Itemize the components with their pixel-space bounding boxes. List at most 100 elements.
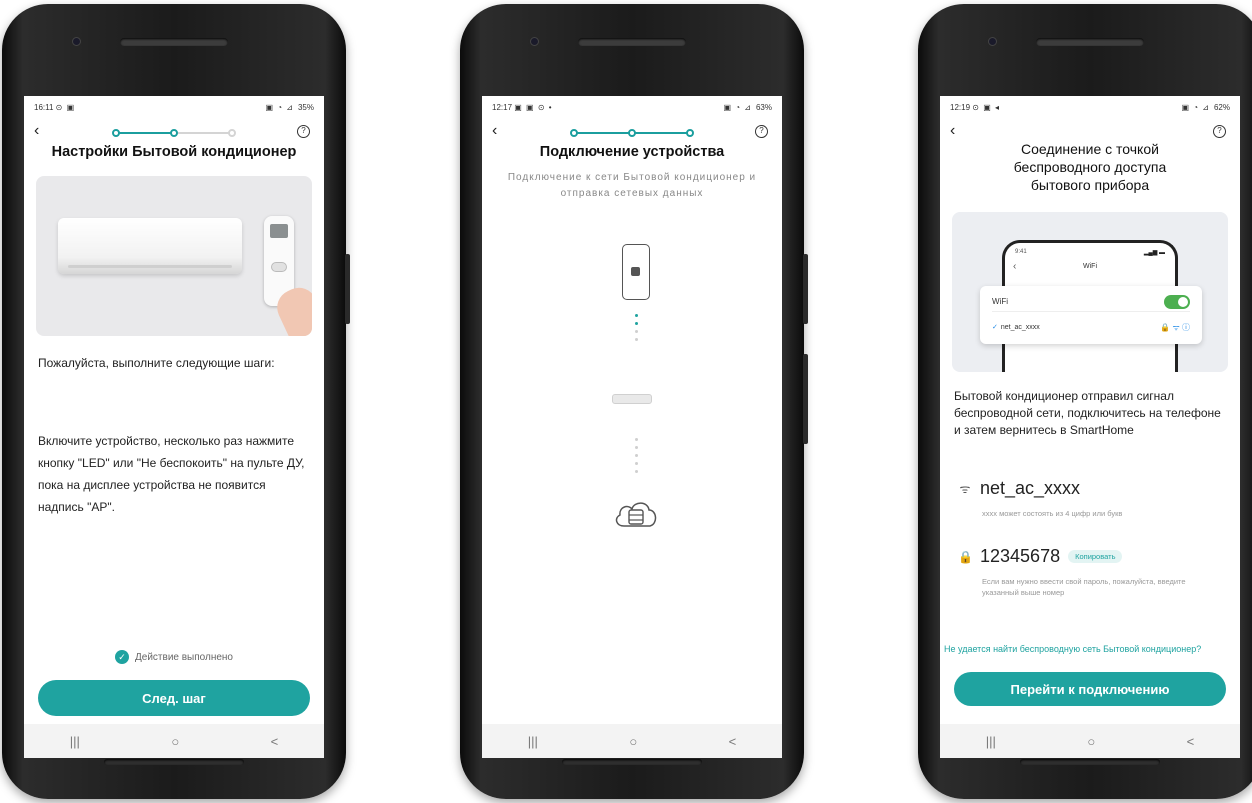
next-step-button[interactable]: След. шаг [38,680,310,716]
progress-step-2 [628,129,636,137]
network-name: net_ac_xxxx [1000,324,1040,331]
top-navigation: ‹ ? [482,120,782,144]
mockup-header: WiFi [1083,263,1097,270]
back-nav-button[interactable]: < [271,734,279,749]
wifi-label: WiFi [992,297,1008,306]
air-conditioner-icon [612,394,652,404]
progress-step-1 [112,129,120,137]
action-done-checkbox[interactable]: ✓ Действие выполнено [24,650,324,664]
front-camera [530,37,539,46]
screen-settings: 16:11 ⊙ ▣ ▣ ◔ ⊿ 35% ‹ ? Настройки Бытовой… [24,96,324,758]
phone-icon [622,244,650,300]
check-icon: ✓ [992,324,998,331]
password-row: 🔒 12345678 Копировать [958,546,1123,567]
remote-led-button [271,262,287,272]
earpiece-speaker [578,38,686,46]
screen-wifi-connection: 12:19 ⊙ ▣ ◂ ▣ ◔ ⊿ 62% ‹ ? Соединение с то… [940,96,1240,758]
instructions-body: Включите устройство, несколько раз нажми… [38,434,305,514]
front-camera [72,37,81,46]
wifi-toggle-row: WiFi [992,292,1190,312]
page-title: Подключение устройства [539,144,725,160]
back-chevron-icon[interactable]: ‹ [492,122,497,140]
network-row: ✓ net_ac_xxxx 🔒 ᯤ ⓘ [992,318,1190,336]
cannot-find-network-link[interactable]: Не удается найти беспроводную сеть Бытов… [944,644,1236,654]
android-nav-bar: ||| ○ < [24,724,324,758]
status-bar: 12:17 ▣ ▣ ⊙ • ▣ ◔ ⊿ 63% [492,100,772,114]
progress-step-1 [570,129,578,137]
step-progress [112,129,236,137]
lock-icon: 🔒 [958,549,973,564]
status-signal-icons: ▣ ◔ ⊿ [723,102,752,112]
status-bar: 12:19 ⊙ ▣ ◂ ▣ ◔ ⊿ 62% [950,100,1230,114]
wifi-settings-illustration: 9:41 ▂▄▆ ▬ ‹ WiFi WiFi ✓ net_ac_xxxx 🔒 ᯤ … [952,212,1228,372]
instructions-intro: Пожалуйста, выполните следующие шаги: [38,356,275,370]
back-chevron-icon[interactable]: ‹ [950,122,955,140]
home-button[interactable]: ○ [171,734,179,749]
android-nav-bar: ||| ○ < [482,724,782,758]
back-nav-button[interactable]: < [729,734,737,749]
home-button[interactable]: ○ [629,734,637,749]
step-progress [570,129,694,137]
top-navigation: ‹ ? [24,120,324,144]
progress-step-3 [686,129,694,137]
status-notification-icons: ▣ ▣ ⊙ • [514,102,553,112]
ac-remote-illustration [36,176,312,336]
battery-level: 62% [1213,102,1230,112]
action-done-label: Действие выполнено [135,651,233,663]
side-button [345,254,350,324]
wifi-icon: ᯤ [959,482,971,496]
help-icon[interactable]: ? [297,125,310,138]
back-nav-button[interactable]: < [1187,734,1195,749]
recent-apps-button[interactable]: ||| [986,734,996,749]
progress-line-pending [174,132,232,134]
progress-step-2 [170,129,178,137]
progress-step-3 [228,129,236,137]
status-time: 12:17 [492,102,513,112]
connection-description: Бытовой кондиционер отправил сигнал бесп… [954,389,1221,437]
status-time: 12:19 [950,102,971,112]
phone-frame-1: 16:11 ⊙ ▣ ▣ ◔ ⊿ 35% ‹ ? Настройки Бытовой… [2,4,350,799]
wifi-settings-card: WiFi ✓ net_ac_xxxx 🔒 ᯤ ⓘ [980,286,1202,344]
mockup-time: 9:41 [1015,249,1027,255]
phone-frame-2: 12:17 ▣ ▣ ⊙ • ▣ ◔ ⊿ 63% ‹ ? Подключение у… [460,4,808,799]
wifi-toggle [1164,294,1190,309]
status-signal-icons: ▣ ◔ ⊿ [265,102,294,112]
air-conditioner-image [58,218,242,274]
front-camera [988,37,997,46]
go-to-connection-button[interactable]: Перейти к подключению [954,672,1226,706]
progress-line-done [116,132,174,134]
status-notification-icons: ⊙ ▣ ◂ [972,102,1000,112]
help-icon[interactable]: ? [755,125,768,138]
ssid-row: ᯤ net_ac_xxxx [958,478,1081,499]
earpiece-speaker [1036,38,1144,46]
check-circle-icon: ✓ [115,650,129,664]
earpiece-speaker [120,38,228,46]
battery-level: 35% [297,102,314,112]
status-bar: 16:11 ⊙ ▣ ▣ ◔ ⊿ 35% [34,100,314,114]
status-time: 16:11 [34,102,54,112]
phone-bottom-bar [562,759,702,765]
recent-apps-button[interactable]: ||| [528,734,538,749]
status-signal-icons: ▣ ◔ ⊿ [1181,102,1210,112]
side-button [803,254,808,324]
help-icon[interactable]: ? [1213,125,1226,138]
home-button[interactable]: ○ [1087,734,1095,749]
mockup-signal-icon: ▂▄▆ ▬ [1143,250,1165,256]
volume-button [803,354,808,444]
page-title: Соединение с точкой беспроводного доступ… [1013,141,1167,193]
ssid-hint: xxxx может состоять из 4 цифр или букв [982,509,1123,518]
phone-bottom-bar [104,759,244,765]
transfer-dots-pending [634,438,638,473]
phone-frame-3: 12:19 ⊙ ▣ ◂ ▣ ◔ ⊿ 62% ‹ ? Соединение с то… [918,4,1252,799]
page-title: Настройки Бытовой кондиционер [51,144,297,160]
phone-bottom-bar [1020,759,1160,765]
back-chevron-icon[interactable]: ‹ [34,122,39,140]
remote-display [270,224,288,238]
android-nav-bar: ||| ○ < [940,724,1240,758]
cloud-server-icon [615,502,657,527]
status-notification-icons: ⊙ ▣ [55,102,76,112]
copy-password-button[interactable]: Копировать [1068,550,1123,563]
password-hint: Если вам нужно ввести свой пароль, пожал… [982,577,1186,597]
recent-apps-button[interactable]: ||| [70,734,80,749]
battery-level: 63% [755,102,772,112]
